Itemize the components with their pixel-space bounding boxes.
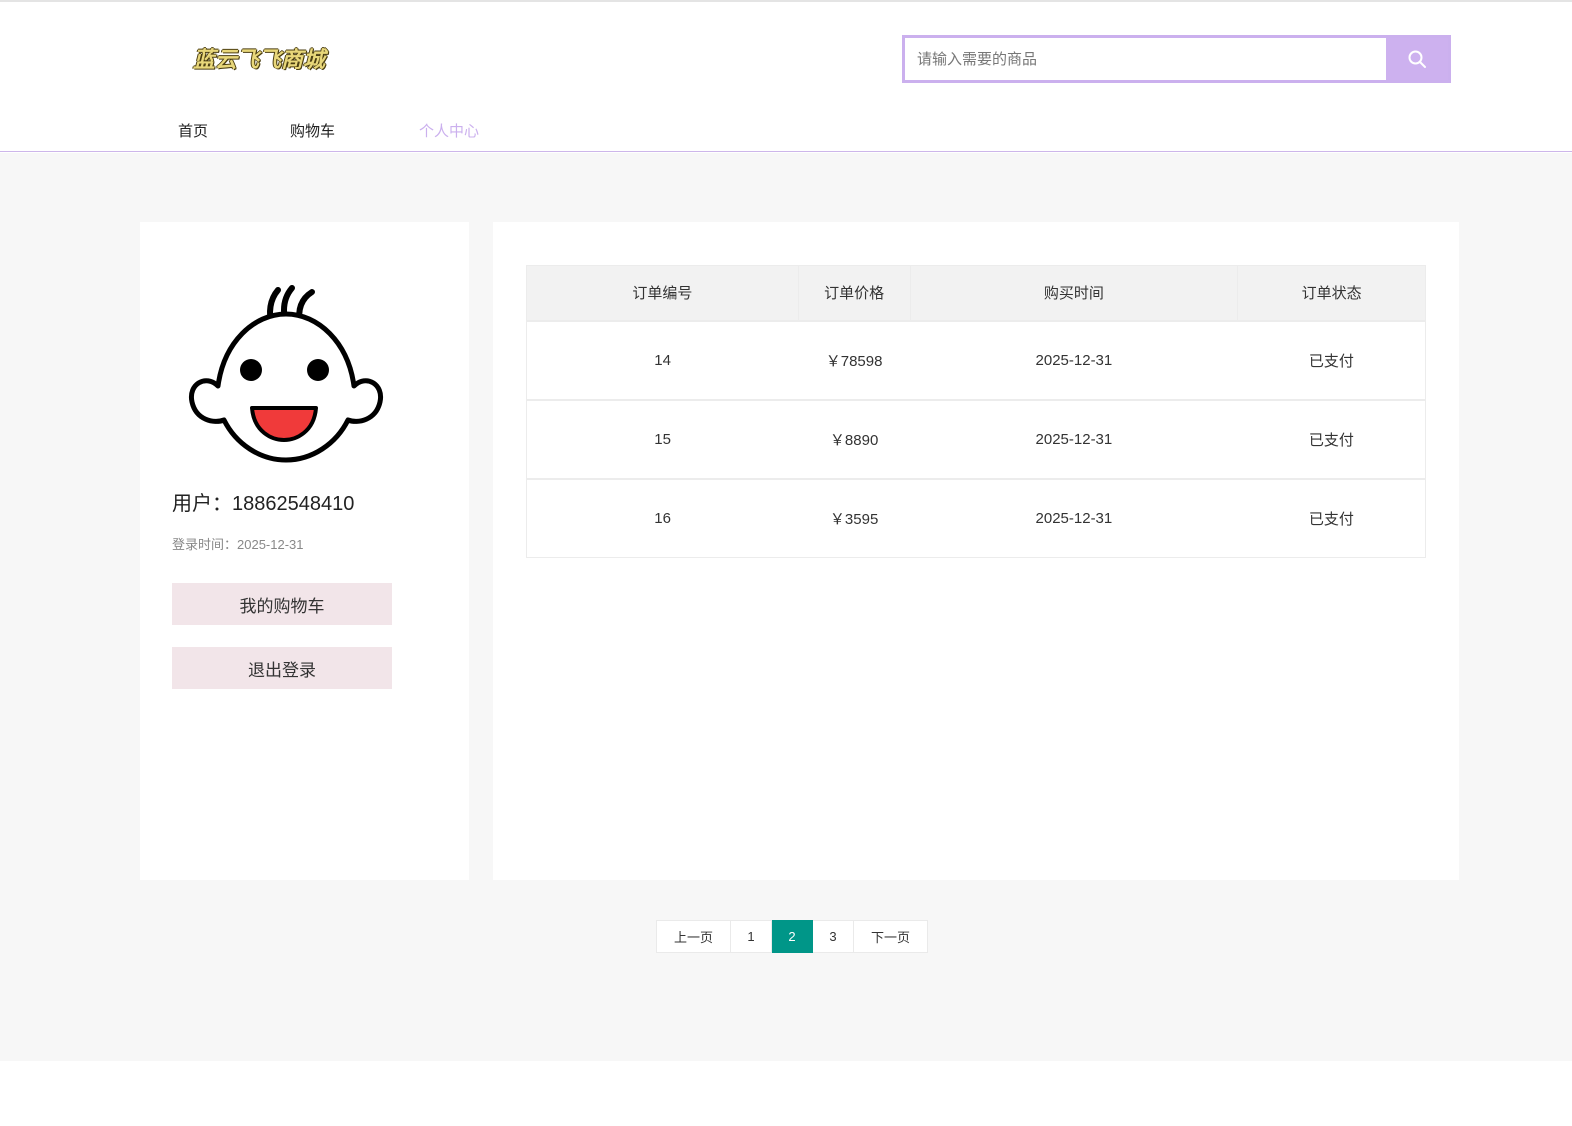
orders-card: 订单编号 订单价格 购买时间 订单状态 14 ￥78598 2025-12-31… — [493, 222, 1459, 880]
my-cart-button[interactable]: 我的购物车 — [172, 583, 392, 625]
order-id: 14 — [526, 319, 799, 400]
page-button-2[interactable]: 2 — [772, 920, 813, 953]
table-row: 16 ￥3595 2025-12-31 已支付 — [526, 477, 1426, 558]
column-header-price: 订单价格 — [797, 265, 911, 321]
order-price: ￥3595 — [798, 477, 911, 558]
user-label: 用户： — [172, 493, 232, 515]
order-status: 已支付 — [1237, 319, 1426, 400]
table-header-row: 订单编号 订单价格 购买时间 订单状态 — [526, 265, 1426, 321]
order-id: 16 — [526, 477, 799, 558]
site-header: 蓝云飞飞商城 首页 购物车 个人中心 — [0, 2, 1572, 152]
column-header-order-id: 订单编号 — [526, 265, 799, 321]
profile-card: 用户：18862548410 登录时间：2025-12-31 我的购物车 退出登… — [140, 222, 469, 880]
page-button-3[interactable]: 3 — [813, 920, 854, 953]
order-id: 15 — [526, 398, 799, 479]
order-time: 2025-12-31 — [910, 477, 1238, 558]
login-time-label: 登录时间： — [172, 537, 238, 552]
pagination: 上一页 1 2 3 下一页 — [656, 920, 928, 953]
user-info: 用户：18862548410 — [172, 487, 354, 516]
login-time: 登录时间：2025-12-31 — [172, 534, 304, 553]
column-header-status: 订单状态 — [1237, 265, 1426, 321]
table-row: 14 ￥78598 2025-12-31 已支付 — [526, 319, 1426, 400]
order-time: 2025-12-31 — [910, 319, 1238, 400]
order-status: 已支付 — [1237, 398, 1426, 479]
search-button[interactable] — [1386, 38, 1448, 80]
table-row: 15 ￥8890 2025-12-31 已支付 — [526, 398, 1426, 479]
prev-page-button[interactable]: 上一页 — [656, 920, 731, 953]
nav-item-home[interactable]: 首页 — [178, 120, 208, 141]
search-input[interactable] — [905, 38, 1385, 80]
search-bar — [902, 35, 1451, 83]
order-price: ￥8890 — [798, 398, 911, 479]
order-status: 已支付 — [1237, 477, 1426, 558]
login-time-value: 2025-12-31 — [237, 537, 304, 552]
next-page-button[interactable]: 下一页 — [854, 920, 928, 953]
logout-button[interactable]: 退出登录 — [172, 647, 392, 689]
order-price: ￥78598 — [798, 319, 911, 400]
page-button-1[interactable]: 1 — [731, 920, 772, 953]
nav-item-profile[interactable]: 个人中心 — [419, 120, 479, 141]
nav-item-cart[interactable]: 购物车 — [290, 120, 335, 141]
main-nav: 首页 购物车 个人中心 — [0, 120, 1572, 148]
baby-face-icon — [188, 285, 384, 463]
site-logo[interactable]: 蓝云飞飞商城 — [193, 42, 325, 74]
search-icon — [1408, 50, 1426, 68]
order-time: 2025-12-31 — [910, 398, 1238, 479]
main-content: 用户：18862548410 登录时间：2025-12-31 我的购物车 退出登… — [0, 153, 1572, 1061]
user-phone: 18862548410 — [232, 493, 355, 515]
column-header-time: 购买时间 — [909, 265, 1239, 321]
orders-table: 订单编号 订单价格 购买时间 订单状态 14 ￥78598 2025-12-31… — [526, 265, 1426, 558]
